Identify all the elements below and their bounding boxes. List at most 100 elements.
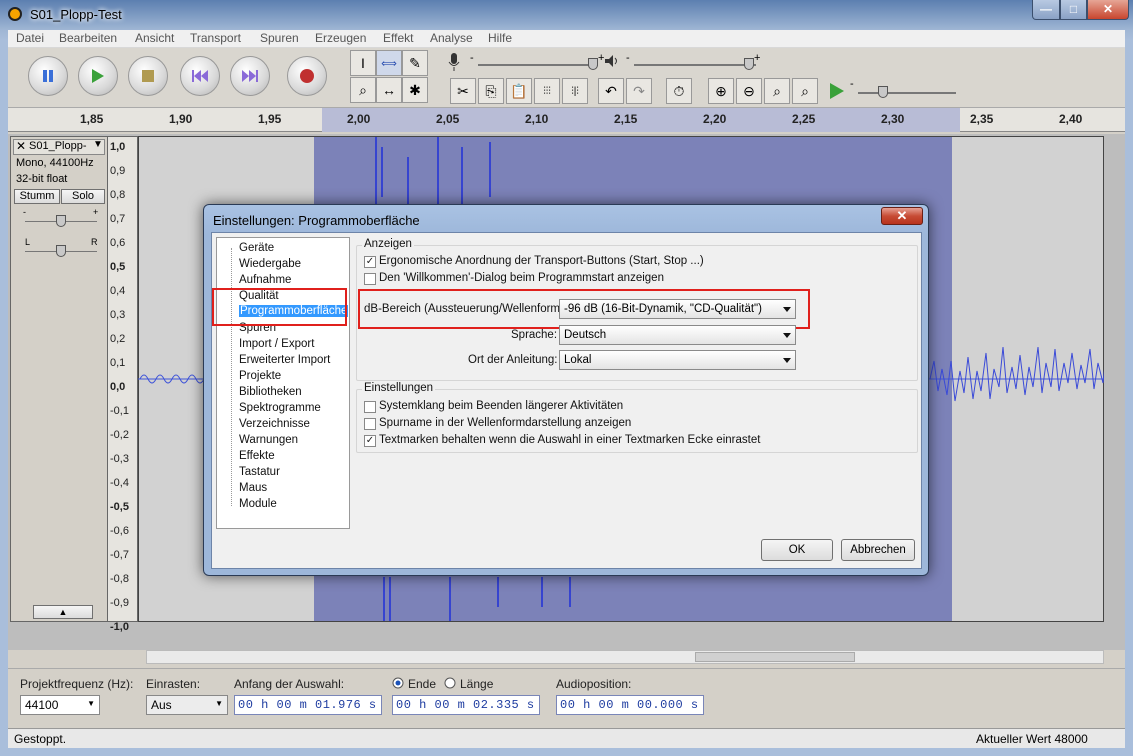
tree-item-spektrogramme[interactable]: Spektrogramme: [239, 402, 321, 414]
tree-item-module[interactable]: Module: [239, 498, 277, 510]
zoom-in-button[interactable]: ⊕: [708, 78, 734, 104]
preferences-dialog: Einstellungen: Programmoberfläche ✕ Gerä…: [203, 204, 929, 576]
input-volume-slider[interactable]: [478, 64, 598, 66]
minimize-button[interactable]: —: [1032, 0, 1060, 20]
draw-tool-button[interactable]: ✎: [402, 50, 428, 76]
selection-tool-button[interactable]: I: [350, 50, 376, 76]
redo-button[interactable]: ↷: [626, 78, 652, 104]
tree-item-warnungen[interactable]: Warnungen: [239, 434, 298, 446]
fit-selection-button[interactable]: ⌕: [764, 78, 790, 104]
ibeam-icon: I: [361, 55, 365, 71]
selection-start-field[interactable]: 00 h 00 m 01.976 s: [234, 695, 382, 715]
ruler-tick: 2,00: [347, 112, 371, 126]
help-location-select[interactable]: Lokal: [559, 350, 796, 370]
amplitude-tick: 0,1: [110, 357, 126, 369]
app-logo-icon: [8, 7, 22, 21]
amplitude-tick: -0,6: [110, 525, 129, 537]
tree-item-maus[interactable]: Maus: [239, 482, 267, 494]
tree-item-tastatur[interactable]: Tastatur: [239, 466, 280, 478]
scissors-icon: ✂: [457, 82, 469, 99]
stop-button[interactable]: [128, 56, 168, 96]
maximize-button[interactable]: □: [1060, 0, 1087, 20]
play-button[interactable]: [78, 56, 118, 96]
tree-item-effekte[interactable]: Effekte: [239, 450, 275, 462]
output-volume-knob[interactable]: [744, 58, 754, 70]
track-menu-dropdown-icon[interactable]: ▼: [93, 139, 103, 150]
system-sound-checkbox[interactable]: [364, 401, 376, 413]
play-speed-slider[interactable]: [858, 92, 956, 94]
menu-effekt[interactable]: Effekt: [383, 31, 413, 45]
pause-button[interactable]: [28, 56, 68, 96]
scrollbar-thumb[interactable]: [695, 652, 855, 662]
play-at-speed-icon[interactable]: [828, 82, 846, 100]
amplitude-tick: -0,2: [110, 429, 129, 441]
close-window-button[interactable]: ✕: [1087, 0, 1129, 20]
copy-button[interactable]: ⎘: [478, 78, 504, 104]
project-rate-select[interactable]: 44100 ▼: [20, 695, 100, 715]
dialog-close-button[interactable]: ✕: [881, 207, 923, 225]
menu-analyse[interactable]: Analyse: [430, 31, 473, 45]
tree-item-geraete[interactable]: Geräte: [239, 242, 274, 254]
trim-icon: ⫶⫶⫶: [543, 85, 551, 97]
solo-button[interactable]: Solo: [61, 189, 105, 204]
end-radio[interactable]: [392, 677, 404, 689]
menu-bearbeiten[interactable]: Bearbeiten: [59, 31, 117, 45]
tree-item-wiedergabe[interactable]: Wiedergabe: [239, 258, 301, 270]
play-speed-knob[interactable]: [878, 86, 888, 98]
ergonomic-checkbox[interactable]: ✓: [364, 256, 376, 268]
multi-tool-button[interactable]: ✱: [402, 77, 428, 103]
zoom-tool-button[interactable]: ⌕: [350, 77, 376, 103]
ok-button[interactable]: OK: [761, 539, 833, 561]
zoom-out-button[interactable]: ⊖: [736, 78, 762, 104]
gain-knob[interactable]: [56, 215, 66, 227]
length-radio[interactable]: [444, 677, 456, 689]
silence-button[interactable]: ⫶|⫶: [562, 78, 588, 104]
snap-value: Aus: [151, 698, 172, 712]
timeshift-tool-button[interactable]: ↔: [376, 77, 402, 103]
skip-to-end-button[interactable]: [230, 56, 270, 96]
tree-item-aufnahme[interactable]: Aufnahme: [239, 274, 291, 286]
cancel-button[interactable]: Abbrechen: [841, 539, 915, 561]
timeline-ruler[interactable]: 1,85 1,90 1,95 2,00 2,05 2,10 2,15 2,20 …: [8, 108, 1125, 132]
menu-datei[interactable]: Datei: [16, 31, 44, 45]
tree-item-bibliotheken[interactable]: Bibliotheken: [239, 386, 302, 398]
close-track-icon[interactable]: ✕: [16, 139, 26, 153]
paste-button[interactable]: 📋: [506, 78, 532, 104]
cut-button[interactable]: ✂: [450, 78, 476, 104]
tree-item-erweiterter-import[interactable]: Erweiterter Import: [239, 354, 330, 366]
skip-to-start-button[interactable]: [180, 56, 220, 96]
pan-left-label: L: [25, 237, 31, 247]
amplitude-tick: 0,4: [110, 285, 126, 297]
pan-knob[interactable]: [56, 245, 66, 257]
dialog-title: Einstellungen: Programmoberfläche: [213, 213, 420, 228]
label-snap-checkbox[interactable]: ✓: [364, 435, 376, 447]
audio-position-field[interactable]: 00 h 00 m 00.000 s: [556, 695, 704, 715]
output-volume-slider[interactable]: [634, 64, 756, 66]
undo-button[interactable]: ↶: [598, 78, 624, 104]
mute-button[interactable]: Stumm: [14, 189, 60, 204]
trackname-checkbox[interactable]: [364, 418, 376, 430]
record-button[interactable]: [287, 56, 327, 96]
tree-item-import-export[interactable]: Import / Export: [239, 338, 314, 350]
menu-hilfe[interactable]: Hilfe: [488, 31, 512, 45]
menu-ansicht[interactable]: Ansicht: [135, 31, 174, 45]
sync-lock-button[interactable]: ⏱: [666, 78, 692, 104]
language-select[interactable]: Deutsch: [559, 325, 796, 345]
collapse-track-button[interactable]: ▲: [33, 605, 93, 619]
tree-item-verzeichnisse[interactable]: Verzeichnisse: [239, 418, 310, 430]
envelope-tool-button[interactable]: ⟺: [376, 50, 402, 76]
menu-erzeugen[interactable]: Erzeugen: [315, 31, 366, 45]
welcome-checkbox[interactable]: [364, 273, 376, 285]
tree-item-projekte[interactable]: Projekte: [239, 370, 281, 382]
track-name[interactable]: S01_Plopp-: [29, 140, 87, 152]
fit-project-button[interactable]: ⌕: [792, 78, 818, 104]
menu-spuren[interactable]: Spuren: [260, 31, 299, 45]
help-location-label: Ort der Anleitung:: [468, 354, 558, 366]
input-volume-knob[interactable]: [588, 58, 598, 70]
menu-transport[interactable]: Transport: [190, 31, 241, 45]
trim-button[interactable]: ⫶⫶⫶: [534, 78, 560, 104]
snap-select[interactable]: Aus ▼: [146, 695, 228, 715]
horizontal-scrollbar[interactable]: [146, 650, 1104, 664]
selection-end-field[interactable]: 00 h 00 m 02.335 s: [392, 695, 540, 715]
length-radio-label: Länge: [460, 677, 494, 691]
